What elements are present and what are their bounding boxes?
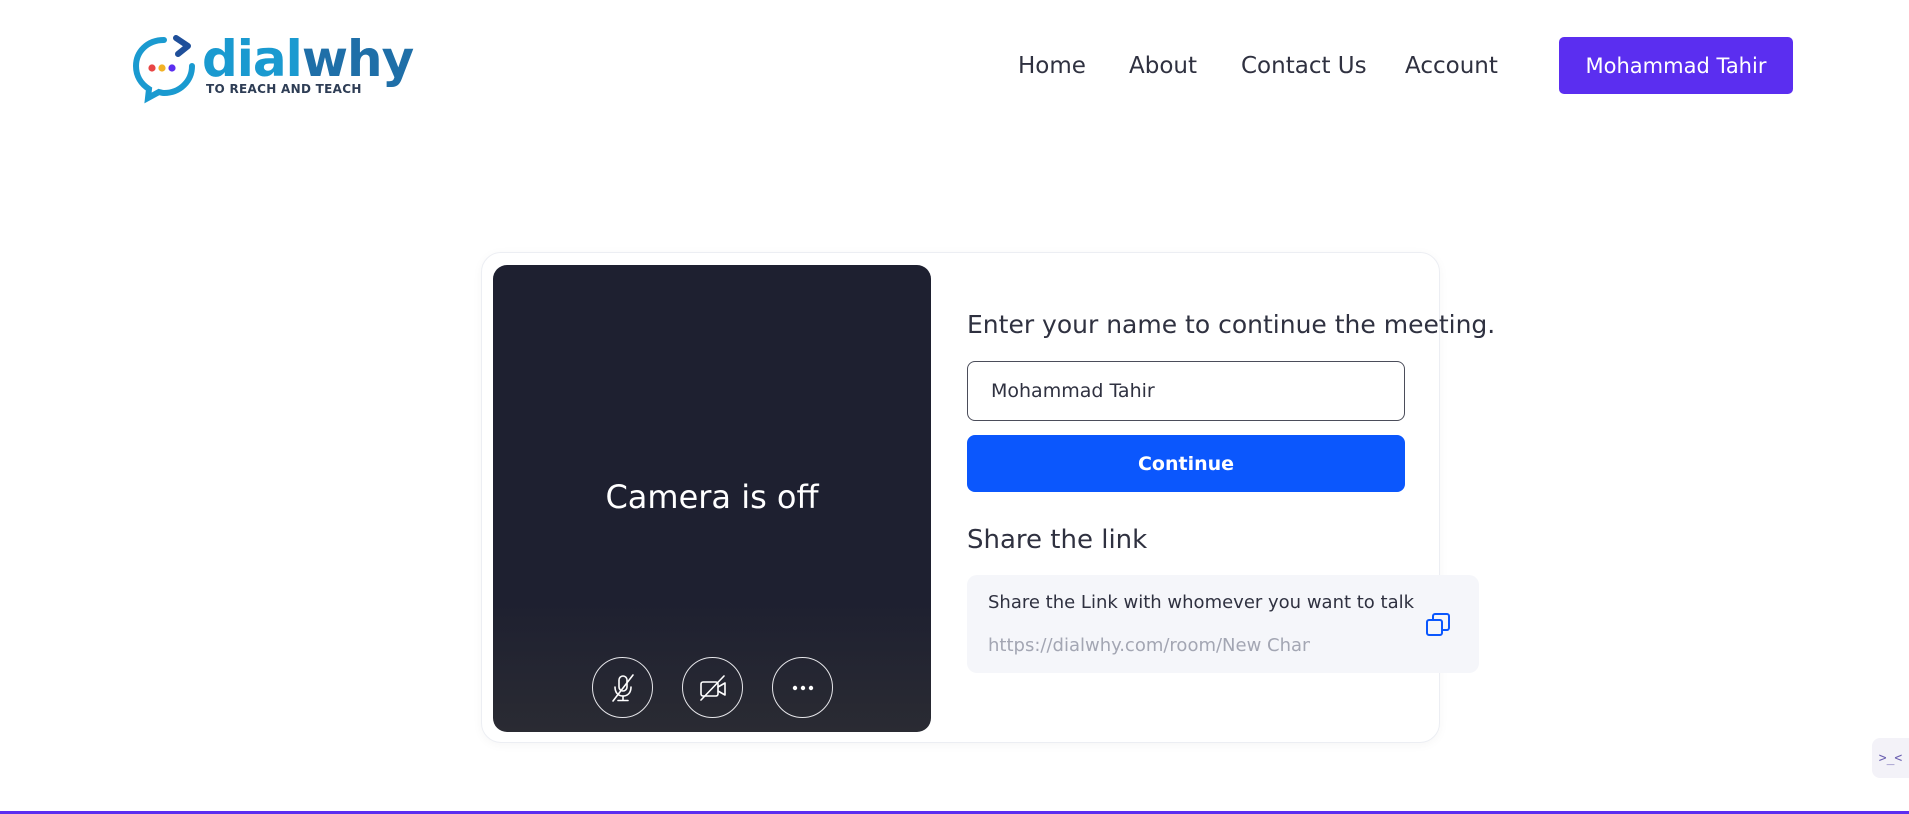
brand-wordmark-a: dial [202,30,303,88]
user-profile-button[interactable]: Mohammad Tahir [1559,37,1793,94]
camera-status-text: Camera is off [605,478,819,516]
share-link-url[interactable]: https://dialwhy.com/room/New Chang [988,635,1310,656]
name-input[interactable] [967,361,1405,421]
brand-wordmark: dialwhy [202,30,414,88]
toggle-mic-button[interactable] [592,657,653,718]
share-link-box: Share the Link with whomever you want to… [967,575,1479,673]
brand-tagline: TO REACH AND TEACH [206,82,362,96]
brand-logo[interactable]: dialwhy TO REACH AND TEACH [128,30,414,104]
page: dialwhy TO REACH AND TEACH Home About Co… [0,0,1909,814]
corner-widget[interactable]: >_< [1872,738,1909,778]
nav-account[interactable]: Account [1405,53,1498,79]
chat-bubble-logo-icon [132,35,195,104]
more-icon [792,685,813,690]
video-off-icon [699,674,726,701]
camera-preview: Camera is off [493,265,931,732]
continue-button[interactable]: Continue [967,435,1405,492]
copy-icon [1426,613,1450,636]
mic-off-icon [611,673,634,702]
more-options-button[interactable] [772,657,833,718]
copy-link-button[interactable] [1424,611,1452,639]
brand-wordmark-b: why [301,30,414,88]
nav-contact-us[interactable]: Contact Us [1241,53,1367,79]
name-prompt-heading: Enter your name to continue the meeting. [967,310,1496,339]
nav-about[interactable]: About [1129,53,1197,79]
share-link-heading: Share the link [967,525,1148,555]
nav-home[interactable]: Home [1018,53,1086,79]
toggle-camera-button[interactable] [682,657,743,718]
share-link-description: Share the Link with whomever you want to… [988,592,1415,613]
